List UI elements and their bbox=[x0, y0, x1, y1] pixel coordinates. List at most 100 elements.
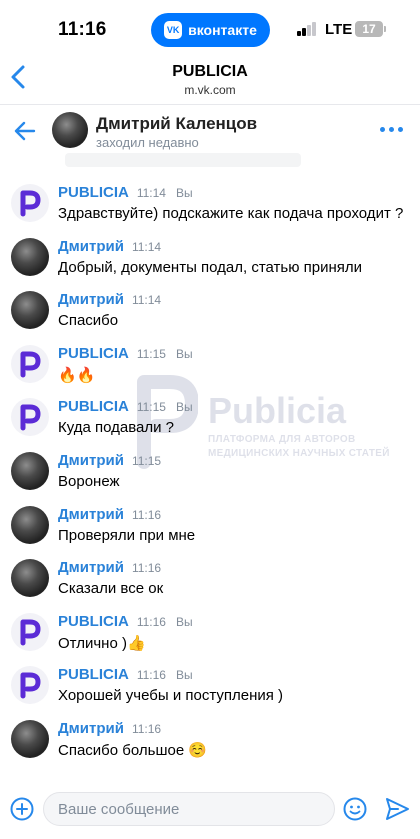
avatar[interactable] bbox=[11, 237, 49, 276]
plus-circle-icon[interactable] bbox=[10, 797, 34, 821]
publicia-logo-icon bbox=[20, 672, 41, 699]
battery-icon: 17 bbox=[355, 21, 383, 37]
message-author[interactable]: PUBLICIA bbox=[58, 398, 129, 415]
message-text: Хорошей учебы и поступления ) bbox=[58, 687, 284, 705]
message-row[interactable]: Дмитрий 11:16 Спасибо большое ☺️ bbox=[0, 712, 420, 766]
message-time: 11:15 bbox=[136, 400, 166, 415]
vk-app-pill[interactable]: VK вконтакте bbox=[151, 13, 270, 47]
message-row[interactable]: PUBLICIA 11:15 Вы 🔥🔥 bbox=[0, 337, 420, 391]
message-header: Дмитрий 11:16 bbox=[58, 720, 161, 737]
composer bbox=[0, 790, 420, 839]
message-header: Дмитрий 11:14 bbox=[58, 238, 161, 255]
message-header: PUBLICIA 11:16 Вы bbox=[58, 666, 193, 683]
message-time: 11:16 bbox=[136, 614, 166, 629]
contact-name[interactable]: Дмитрий Каленцов bbox=[96, 114, 257, 134]
message-row[interactable]: Дмитрий 11:16 Проверяли при мне bbox=[0, 498, 420, 552]
message-sender-you: Вы bbox=[175, 668, 193, 683]
message-author[interactable]: Дмитрий bbox=[58, 452, 124, 469]
avatar[interactable] bbox=[11, 559, 49, 598]
avatar[interactable] bbox=[11, 452, 49, 490]
message-author[interactable]: PUBLICIA bbox=[58, 613, 129, 630]
message-sender-you: Вы bbox=[175, 614, 193, 629]
message-header: Дмитрий 11:16 bbox=[58, 506, 161, 523]
smile-icon[interactable] bbox=[343, 797, 367, 821]
message-time: 11:14 bbox=[136, 186, 166, 200]
avatar[interactable] bbox=[11, 720, 49, 758]
message-time: 11:16 bbox=[131, 561, 162, 576]
message-author[interactable]: Дмитрий bbox=[58, 238, 124, 255]
avatar[interactable] bbox=[11, 505, 49, 544]
publicia-logo-icon bbox=[20, 190, 41, 217]
message-author[interactable]: PUBLICIA bbox=[58, 666, 129, 683]
message-time: 11:16 bbox=[131, 722, 162, 736]
chat-header: Дмитрий Каленцов заходил недавно bbox=[0, 104, 420, 170]
publicia-logo-icon bbox=[20, 619, 41, 646]
message-text: Воронеж bbox=[58, 473, 120, 490]
arrow-left-icon[interactable] bbox=[14, 121, 36, 141]
message-time: 11:15 bbox=[131, 454, 162, 468]
status-time: 11:16 bbox=[58, 19, 107, 40]
message-time: 11:16 bbox=[136, 668, 166, 683]
message-author[interactable]: PUBLICIA bbox=[58, 184, 129, 201]
message-row[interactable]: PUBLICIA 11:16 Вы Хорошей учебы и поступлен… bbox=[0, 658, 420, 712]
message-row[interactable]: PUBLICIA 11:16 Вы Отлично )👍 bbox=[0, 605, 420, 659]
message-sender-you: Вы bbox=[175, 346, 193, 361]
message-header: PUBLICIA 11:14 Вы bbox=[58, 184, 193, 201]
message-header: PUBLICIA 11:16 Вы bbox=[58, 613, 193, 630]
publicia-avatar[interactable] bbox=[11, 184, 49, 222]
message-row[interactable]: PUBLICIA 11:14 Вы Здравствуйте) подскажите … bbox=[0, 176, 420, 230]
publicia-logo-icon bbox=[20, 404, 41, 431]
signal-icon bbox=[297, 22, 319, 36]
vk-logo-icon: VK bbox=[164, 21, 183, 39]
message-time: 11:16 bbox=[131, 507, 162, 522]
contact-status: заходил недавно bbox=[96, 135, 199, 150]
message-text: 🔥🔥 bbox=[58, 366, 96, 384]
message-text: Спасибо большое ☺️ bbox=[58, 742, 208, 759]
message-row[interactable]: Дмитрий 11:16 Сказали все ок bbox=[0, 551, 420, 605]
message-author[interactable]: Дмитрий bbox=[58, 559, 124, 576]
send-icon[interactable] bbox=[383, 795, 411, 823]
message-author[interactable]: Дмитрий bbox=[58, 506, 124, 523]
battery-tip bbox=[384, 26, 386, 32]
publicia-avatar[interactable] bbox=[11, 398, 49, 437]
message-text: Спасибо bbox=[58, 312, 119, 330]
message-header: Дмитрий 11:14 bbox=[58, 291, 161, 308]
message-header: Дмитрий 11:16 bbox=[58, 559, 161, 576]
publicia-avatar[interactable] bbox=[11, 666, 49, 705]
message-text: Проверяли при мне bbox=[58, 526, 196, 544]
avatar[interactable] bbox=[52, 112, 88, 148]
status-bar: 11:16 VK вконтакте LTE 17 bbox=[0, 0, 420, 62]
message-text: Отлично )👍 bbox=[58, 634, 146, 652]
more-dots-icon[interactable] bbox=[380, 127, 404, 135]
avatar[interactable] bbox=[11, 291, 49, 330]
network-type: LTE bbox=[325, 21, 353, 38]
message-time: 11:14 bbox=[131, 293, 162, 308]
message-author[interactable]: PUBLICIA bbox=[58, 345, 129, 362]
message-author[interactable]: Дмитрий bbox=[58, 291, 124, 308]
message-author[interactable]: Дмитрий bbox=[58, 720, 124, 737]
message-text: Сказали все ок bbox=[58, 580, 164, 598]
message-header: Дмитрий 11:15 bbox=[58, 452, 161, 469]
page-title: PUBLICIA bbox=[172, 63, 248, 80]
blurred-area bbox=[65, 153, 301, 167]
message-header: PUBLICIA 11:15 Вы bbox=[58, 345, 193, 362]
message-text: Куда подавали ? bbox=[58, 419, 175, 437]
message-sender-you: Вы bbox=[175, 400, 193, 415]
browser-header: PUBLICIA m.vk.com bbox=[0, 56, 420, 102]
message-sender-you: Вы bbox=[175, 186, 193, 200]
message-row[interactable]: PUBLICIA 11:15 Вы Куда подавали ? bbox=[0, 390, 420, 444]
message-row[interactable]: Дмитрий 11:14 Спасибо bbox=[0, 283, 420, 337]
message-input[interactable] bbox=[43, 792, 335, 826]
vk-pill-label: вконтакте bbox=[188, 22, 257, 38]
message-row[interactable]: Дмитрий 11:15 Воронеж bbox=[0, 444, 420, 498]
publicia-avatar[interactable] bbox=[11, 612, 49, 651]
message-row[interactable]: Дмитрий 11:14 Добрый, документы подал, ста… bbox=[0, 230, 420, 284]
message-header: PUBLICIA 11:15 Вы bbox=[58, 398, 193, 415]
message-text: Здравствуйте) подскажите как подача прох… bbox=[58, 205, 404, 222]
publicia-logo-icon bbox=[20, 351, 41, 378]
message-text: Добрый, документы подал, статью приняли bbox=[58, 258, 363, 276]
message-time: 11:15 bbox=[136, 346, 166, 361]
publicia-avatar[interactable] bbox=[11, 344, 49, 383]
site-url: m.vk.com bbox=[184, 83, 236, 97]
message-time: 11:14 bbox=[131, 239, 162, 254]
